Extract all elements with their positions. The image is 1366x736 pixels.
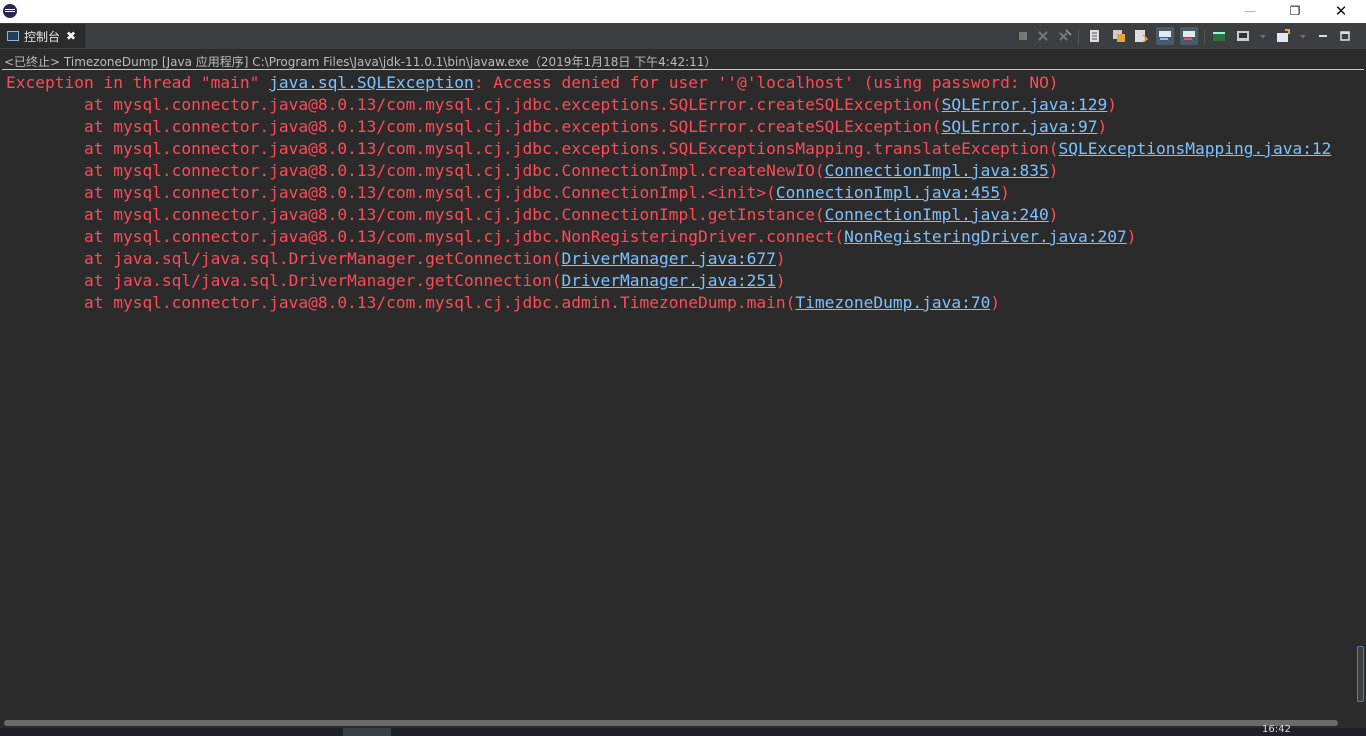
display-console-icon[interactable]	[1234, 27, 1252, 45]
pin-console-icon[interactable]	[1210, 27, 1228, 45]
line-text: )	[1126, 227, 1137, 246]
line-text: at mysql.connector.java@8.0.13/com.mysql…	[6, 293, 796, 312]
console-line: at mysql.connector.java@8.0.13/com.mysql…	[6, 116, 1107, 138]
stack-frame-link[interactable]: NonRegisteringDriver.java:207	[844, 227, 1127, 246]
console-line: at mysql.connector.java@8.0.13/com.mysql…	[6, 138, 1331, 160]
line-text: at mysql.connector.java@8.0.13/com.mysql…	[6, 161, 825, 180]
taskbar-app-item[interactable]	[343, 728, 391, 736]
line-text: at mysql.connector.java@8.0.13/com.mysql…	[6, 183, 776, 202]
restore-window-button[interactable]: ❐	[1272, 0, 1318, 22]
line-text: )	[1107, 95, 1118, 114]
console-line: at mysql.connector.java@8.0.13/com.mysql…	[6, 94, 1117, 116]
console-line: at mysql.connector.java@8.0.13/com.mysql…	[6, 182, 1010, 204]
stack-frame-link[interactable]: SQLExceptionsMapping.java:12	[1059, 139, 1332, 158]
line-text: at mysql.connector.java@8.0.13/com.mysql…	[6, 117, 942, 136]
horizontal-scrollbar[interactable]	[0, 716, 1366, 728]
line-text: at mysql.connector.java@8.0.13/com.mysql…	[6, 139, 1059, 158]
console-toolbar	[1010, 25, 1366, 47]
console-header: <已终止> TimezoneDump [Java 应用程序] C:\Progra…	[0, 52, 1366, 70]
horizontal-scroll-thumb[interactable]	[4, 720, 1338, 726]
exception-link[interactable]: java.sql.SQLException	[269, 73, 474, 92]
stack-frame-link[interactable]: SQLError.java:97	[942, 117, 1098, 136]
window-title-bar: — ❐ ✕	[0, 0, 1366, 23]
line-text: )	[1048, 205, 1059, 224]
clear-console-icon[interactable]	[1086, 27, 1104, 45]
line-text: Exception in thread "main"	[6, 73, 270, 92]
console-process-title: <已终止> TimezoneDump [Java 应用程序] C:\Progra…	[4, 55, 717, 69]
console-line: at mysql.connector.java@8.0.13/com.mysql…	[6, 204, 1059, 226]
scroll-lock-icon[interactable]	[1110, 27, 1128, 45]
stack-frame-link[interactable]: ConnectionImpl.java:240	[825, 205, 1049, 224]
line-text: )	[990, 293, 1001, 312]
display-console-dropdown-icon[interactable]	[1254, 27, 1272, 45]
tab-console[interactable]: 控制台 ✖	[0, 24, 85, 48]
line-text: : Access denied for user ''@'localhost' …	[473, 73, 1059, 92]
open-console-dropdown-icon[interactable]	[1294, 27, 1312, 45]
word-wrap-icon[interactable]	[1132, 27, 1150, 45]
line-text: at java.sql/java.sql.DriverManager.getCo…	[6, 249, 562, 268]
line-text: )	[1048, 161, 1059, 180]
minimize-view-icon[interactable]	[1314, 27, 1332, 45]
vertical-scroll-thumb[interactable]	[1357, 646, 1364, 702]
stack-frame-link[interactable]: DriverManager.java:677	[562, 249, 776, 268]
taskbar-clock: 16:42	[1262, 724, 1291, 735]
show-on-error-icon[interactable]	[1180, 27, 1198, 45]
line-text: at mysql.connector.java@8.0.13/com.mysql…	[6, 227, 845, 246]
tab-console-label: 控制台	[24, 29, 61, 44]
console-line: at mysql.connector.java@8.0.13/com.mysql…	[6, 292, 1000, 314]
remove-all-icon[interactable]	[1056, 27, 1074, 45]
console-divider	[2, 69, 1364, 70]
console-output[interactable]: Exception in thread "main" java.sql.SQLE…	[0, 72, 1362, 716]
show-on-output-icon[interactable]	[1156, 27, 1174, 45]
os-taskbar: 16:42	[0, 724, 1366, 736]
maximize-view-icon[interactable]	[1336, 27, 1354, 45]
stack-frame-link[interactable]: DriverManager.java:251	[562, 271, 776, 290]
stack-frame-link[interactable]: SQLError.java:129	[942, 95, 1108, 114]
remove-launch-icon[interactable]	[1034, 27, 1052, 45]
console-line: at mysql.connector.java@8.0.13/com.mysql…	[6, 160, 1059, 182]
close-window-button[interactable]: ✕	[1318, 0, 1364, 22]
line-text: at mysql.connector.java@8.0.13/com.mysql…	[6, 205, 825, 224]
console-line: at mysql.connector.java@8.0.13/com.mysql…	[6, 226, 1137, 248]
line-text: )	[1000, 183, 1010, 202]
close-tab-icon[interactable]: ✖	[66, 29, 76, 43]
console-line: Exception in thread "main" java.sql.SQLE…	[6, 72, 1059, 94]
vertical-scrollbar[interactable]	[1354, 644, 1366, 704]
terminate-icon[interactable]	[1014, 27, 1032, 45]
line-text: )	[775, 271, 786, 290]
console-icon	[7, 31, 19, 41]
line-text: at mysql.connector.java@8.0.13/com.mysql…	[6, 95, 942, 114]
open-console-icon[interactable]	[1274, 27, 1292, 45]
line-text: at java.sql/java.sql.DriverManager.getCo…	[6, 271, 562, 290]
console-line: at java.sql/java.sql.DriverManager.getCo…	[6, 270, 786, 292]
minimize-window-button[interactable]: —	[1227, 0, 1273, 22]
line-text: )	[1097, 117, 1108, 136]
console-line: at java.sql/java.sql.DriverManager.getCo…	[6, 248, 786, 270]
line-text: )	[775, 249, 786, 268]
eclipse-logo-icon	[3, 4, 17, 18]
stack-frame-link[interactable]: TimezoneDump.java:70	[795, 293, 990, 312]
stack-frame-link[interactable]: ConnectionImpl.java:835	[825, 161, 1049, 180]
stack-frame-link[interactable]: ConnectionImpl.java:455	[776, 183, 1000, 202]
